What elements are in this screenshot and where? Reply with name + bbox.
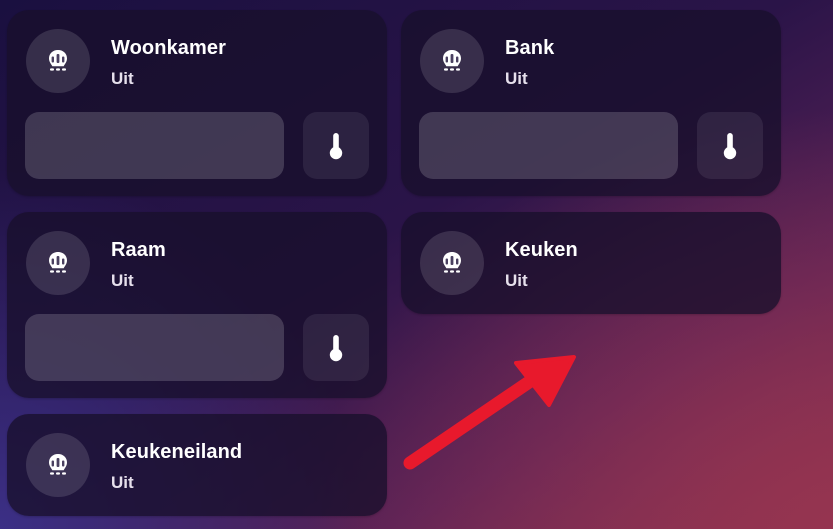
card-state: Uit: [111, 473, 134, 492]
light-card-keuken[interactable]: Keuken Uit: [401, 212, 781, 314]
card-title: Keukeneiland: [111, 441, 243, 463]
ceiling-light-icon[interactable]: [420, 29, 484, 93]
light-card-bank[interactable]: Bank Uit: [401, 10, 781, 196]
card-title: Woonkamer: [111, 37, 227, 59]
thermometer-icon: [329, 334, 343, 361]
brightness-slider[interactable]: [419, 112, 678, 179]
ceiling-light-icon[interactable]: [26, 231, 90, 295]
card-state: Uit: [505, 271, 528, 290]
color-temp-button[interactable]: [303, 314, 369, 381]
light-card-woonkamer[interactable]: Woonkamer Uit: [7, 10, 387, 196]
color-temp-button[interactable]: [697, 112, 763, 179]
color-temp-button[interactable]: [303, 112, 369, 179]
ceiling-light-icon[interactable]: [26, 433, 90, 497]
card-state: Uit: [111, 69, 134, 88]
brightness-slider[interactable]: [25, 112, 284, 179]
card-title: Bank: [505, 37, 555, 59]
ceiling-light-icon[interactable]: [420, 231, 484, 295]
light-card-keukeneiland[interactable]: Keukeneiland Uit: [7, 414, 387, 516]
ceiling-light-icon[interactable]: [26, 29, 90, 93]
light-card-raam[interactable]: Raam Uit: [7, 212, 387, 398]
card-title: Raam: [111, 239, 166, 261]
thermometer-icon: [723, 132, 737, 159]
brightness-slider[interactable]: [25, 314, 284, 381]
thermometer-icon: [329, 132, 343, 159]
card-state: Uit: [111, 271, 134, 290]
card-title: Keuken: [505, 239, 578, 261]
card-state: Uit: [505, 69, 528, 88]
